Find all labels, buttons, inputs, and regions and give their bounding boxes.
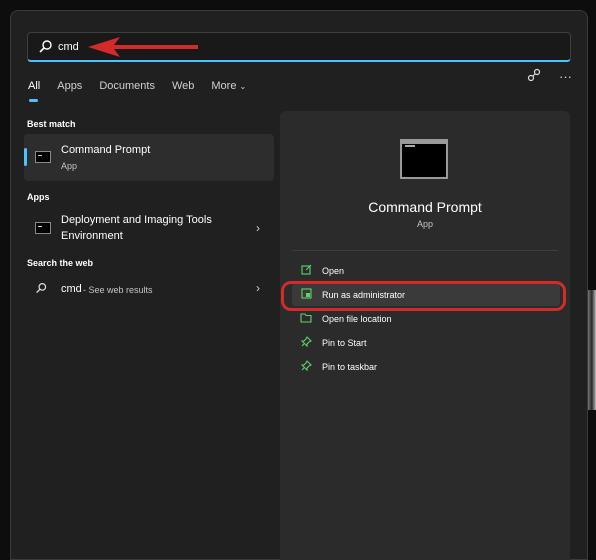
command-prompt-icon [400,139,448,179]
detail-title: Command Prompt [368,199,482,215]
command-prompt-icon [35,222,51,234]
filter-tabs: All Apps Documents Web More ⌄ [28,80,263,102]
web-query: cmd [61,283,82,295]
tab-web[interactable]: Web [172,80,194,92]
action-open-file-location[interactable]: Open file location [292,308,560,330]
red-arrow-annotation [88,37,198,57]
divider [292,250,558,251]
web-heading: Search the web [27,258,94,268]
pin-icon [300,336,312,350]
selection-indicator [24,148,27,166]
app-item-deployment-tools[interactable]: Deployment and Imaging Tools Environment… [24,209,274,249]
search-icon [38,39,54,55]
best-match-item[interactable]: Command Prompt App [24,134,274,181]
tab-more[interactable]: More ⌄ [211,80,246,92]
best-match-title: Command Prompt [61,144,151,156]
open-icon [300,264,312,278]
app-item-line2: Environment [61,230,123,242]
action-label: Pin to taskbar [322,362,378,372]
web-suffix: - See web results [83,285,153,295]
share-icon[interactable] [527,68,541,85]
chevron-right-icon[interactable]: › [256,281,260,295]
chevron-right-icon[interactable]: › [256,221,260,235]
command-prompt-icon [35,151,51,163]
tab-all[interactable]: All [28,80,40,102]
action-label: Open [322,266,345,276]
tab-documents[interactable]: Documents [99,80,155,92]
detail-pane: Command Prompt App Open Run as administr… [280,111,570,560]
top-right-toolbar: ··· [527,68,572,85]
search-query: cmd [58,40,79,53]
action-pin-to-taskbar[interactable]: Pin to taskbar [292,356,560,378]
more-icon[interactable]: ··· [559,69,572,84]
app-item-line1: Deployment and Imaging Tools [61,214,212,226]
apps-heading: Apps [27,192,50,202]
search-icon [35,282,48,300]
detail-subtitle: App [416,219,433,229]
action-open[interactable]: Open [292,260,560,282]
chevron-down-icon: ⌄ [239,82,247,91]
folder-icon [300,312,312,326]
action-pin-to-start[interactable]: Pin to Start [292,332,560,354]
best-match-subtitle: App [61,161,78,171]
action-label: Pin to Start [322,338,367,348]
tab-apps[interactable]: Apps [57,80,82,92]
red-highlight-annotation [281,281,566,311]
tab-more-label: More [211,80,237,92]
web-result-item[interactable]: cmd - See web results › [24,276,274,304]
pin-icon [300,360,312,374]
action-label: Open file location [322,314,392,324]
best-match-heading: Best match [27,119,76,129]
